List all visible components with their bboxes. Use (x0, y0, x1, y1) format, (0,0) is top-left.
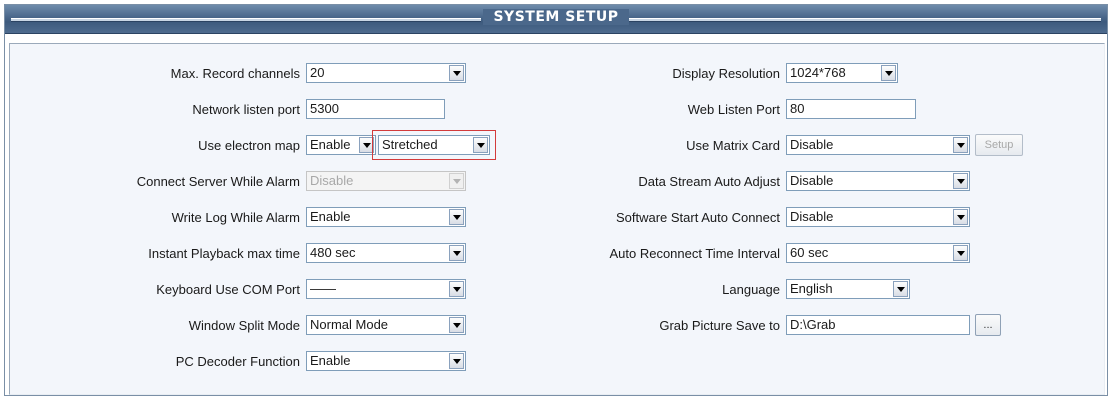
language-select[interactable]: English (786, 279, 910, 299)
software-start-auto-connect-value: Disable (790, 209, 834, 224)
row-connect-server-alarm: Connect Server While Alarm Disable (10, 171, 550, 195)
grab-picture-save-input[interactable]: D:\Grab (786, 315, 970, 335)
grab-picture-save-label: Grab Picture Save to (659, 318, 780, 333)
window-title: SYSTEM SETUP (5, 9, 1107, 25)
grab-picture-save-value: D:\Grab (790, 317, 836, 332)
network-listen-port-input[interactable]: 5300 (306, 99, 445, 119)
use-electron-map-label: Use electron map (198, 138, 300, 153)
write-log-alarm-label: Write Log While Alarm (171, 210, 300, 225)
row-max-record-channels: Max. Record channels 20 (10, 63, 550, 87)
chevron-down-icon[interactable] (953, 209, 968, 225)
system-setup-window: SYSTEM SETUP Max. Record channels 20 Net… (4, 4, 1108, 396)
software-start-auto-connect-label: Software Start Auto Connect (615, 210, 780, 225)
use-matrix-card-label: Use Matrix Card (686, 138, 780, 153)
web-listen-port-value: 80 (790, 101, 805, 116)
row-window-split-mode: Window Split Mode Normal Mode (10, 315, 550, 339)
row-web-listen-port: Web Listen Port 80 (550, 99, 1100, 123)
row-write-log-alarm: Write Log While Alarm Enable (10, 207, 550, 231)
instant-playback-value: 480 sec (310, 245, 356, 260)
language-value: English (790, 281, 833, 296)
network-listen-port-label: Network listen port (192, 102, 300, 117)
keyboard-com-port-value: —— (310, 281, 336, 296)
chevron-down-icon[interactable] (449, 281, 464, 297)
electron-map-mode-select[interactable]: Stretched (378, 135, 490, 155)
data-stream-auto-adjust-select[interactable]: Disable (786, 171, 970, 191)
title-bar: SYSTEM SETUP (5, 5, 1107, 34)
pc-decoder-label: PC Decoder Function (175, 354, 300, 369)
row-data-stream-auto-adjust: Data Stream Auto Adjust Disable (550, 171, 1100, 195)
row-keyboard-com-port: Keyboard Use COM Port —— (10, 279, 550, 303)
display-resolution-label: Display Resolution (672, 66, 780, 81)
display-resolution-select[interactable]: 1024*768 (786, 63, 898, 83)
chevron-down-icon[interactable] (881, 65, 896, 81)
row-display-resolution: Display Resolution 1024*768 (550, 63, 1100, 87)
instant-playback-select[interactable]: 480 sec (306, 243, 466, 263)
write-log-alarm-select[interactable]: Enable (306, 207, 466, 227)
row-use-electron-map: Use electron map Enable Stretched (10, 130, 550, 160)
connect-server-alarm-select: Disable (306, 171, 466, 191)
language-label: Language (722, 282, 780, 297)
row-use-matrix-card: Use Matrix Card Disable Setup (550, 134, 1100, 159)
row-network-listen-port: Network listen port 5300 (10, 99, 550, 123)
pc-decoder-select[interactable]: Enable (306, 351, 466, 371)
auto-reconnect-interval-select[interactable]: 60 sec (786, 243, 970, 263)
electron-map-mode-value: Stretched (382, 137, 438, 152)
row-auto-reconnect-interval: Auto Reconnect Time Interval 60 sec (550, 243, 1100, 267)
settings-panel: Max. Record channels 20 Network listen p… (9, 43, 1105, 395)
auto-reconnect-interval-value: 60 sec (790, 245, 829, 260)
use-matrix-card-select[interactable]: Disable (786, 135, 970, 155)
chevron-down-icon[interactable] (893, 281, 908, 297)
connect-server-alarm-value: Disable (310, 173, 354, 188)
chevron-down-icon[interactable] (449, 65, 464, 81)
network-listen-port-value: 5300 (310, 101, 339, 116)
max-record-channels-select[interactable]: 20 (306, 63, 466, 83)
window-split-mode-label: Window Split Mode (188, 318, 300, 333)
row-instant-playback: Instant Playback max time 480 sec (10, 243, 550, 267)
chevron-down-icon[interactable] (449, 317, 464, 333)
window-split-mode-select[interactable]: Normal Mode (306, 315, 466, 335)
auto-reconnect-interval-label: Auto Reconnect Time Interval (609, 246, 780, 261)
display-resolution-value: 1024*768 (790, 65, 846, 80)
matrix-setup-button[interactable]: Setup (975, 134, 1023, 156)
data-stream-auto-adjust-value: Disable (790, 173, 834, 188)
keyboard-com-port-label: Keyboard Use COM Port (156, 282, 300, 297)
instant-playback-label: Instant Playback max time (148, 246, 300, 261)
web-listen-port-label: Web Listen Port (687, 102, 780, 117)
pc-decoder-value: Enable (310, 353, 351, 368)
electron-map-enable-value: Enable (310, 137, 351, 152)
software-start-auto-connect-select[interactable]: Disable (786, 207, 970, 227)
use-matrix-card-value: Disable (790, 137, 834, 152)
row-pc-decoder: PC Decoder Function Enable (10, 351, 550, 375)
connect-server-alarm-label: Connect Server While Alarm (136, 174, 300, 189)
row-software-start-auto-connect: Software Start Auto Connect Disable (550, 207, 1100, 231)
chevron-down-icon[interactable] (449, 245, 464, 261)
chevron-down-icon[interactable] (449, 209, 464, 225)
electron-map-enable-select[interactable]: Enable (306, 135, 376, 155)
web-listen-port-input[interactable]: 80 (786, 99, 916, 119)
chevron-down-icon[interactable] (953, 173, 968, 189)
chevron-down-icon (449, 173, 464, 189)
chevron-down-icon[interactable] (449, 353, 464, 369)
window-split-mode-value: Normal Mode (310, 317, 389, 332)
keyboard-com-port-select[interactable]: —— (306, 279, 466, 299)
write-log-alarm-value: Enable (310, 209, 351, 224)
max-record-channels-label: Max. Record channels (170, 66, 300, 81)
chevron-down-icon[interactable] (953, 137, 968, 153)
row-grab-picture-save: Grab Picture Save to D:\Grab ... (550, 314, 1100, 339)
browse-button[interactable]: ... (975, 314, 1001, 336)
chevron-down-icon[interactable] (473, 137, 488, 153)
data-stream-auto-adjust-label: Data Stream Auto Adjust (638, 174, 780, 189)
row-language: Language English (550, 279, 1100, 303)
chevron-down-icon[interactable] (953, 245, 968, 261)
max-record-channels-value: 20 (310, 65, 325, 80)
